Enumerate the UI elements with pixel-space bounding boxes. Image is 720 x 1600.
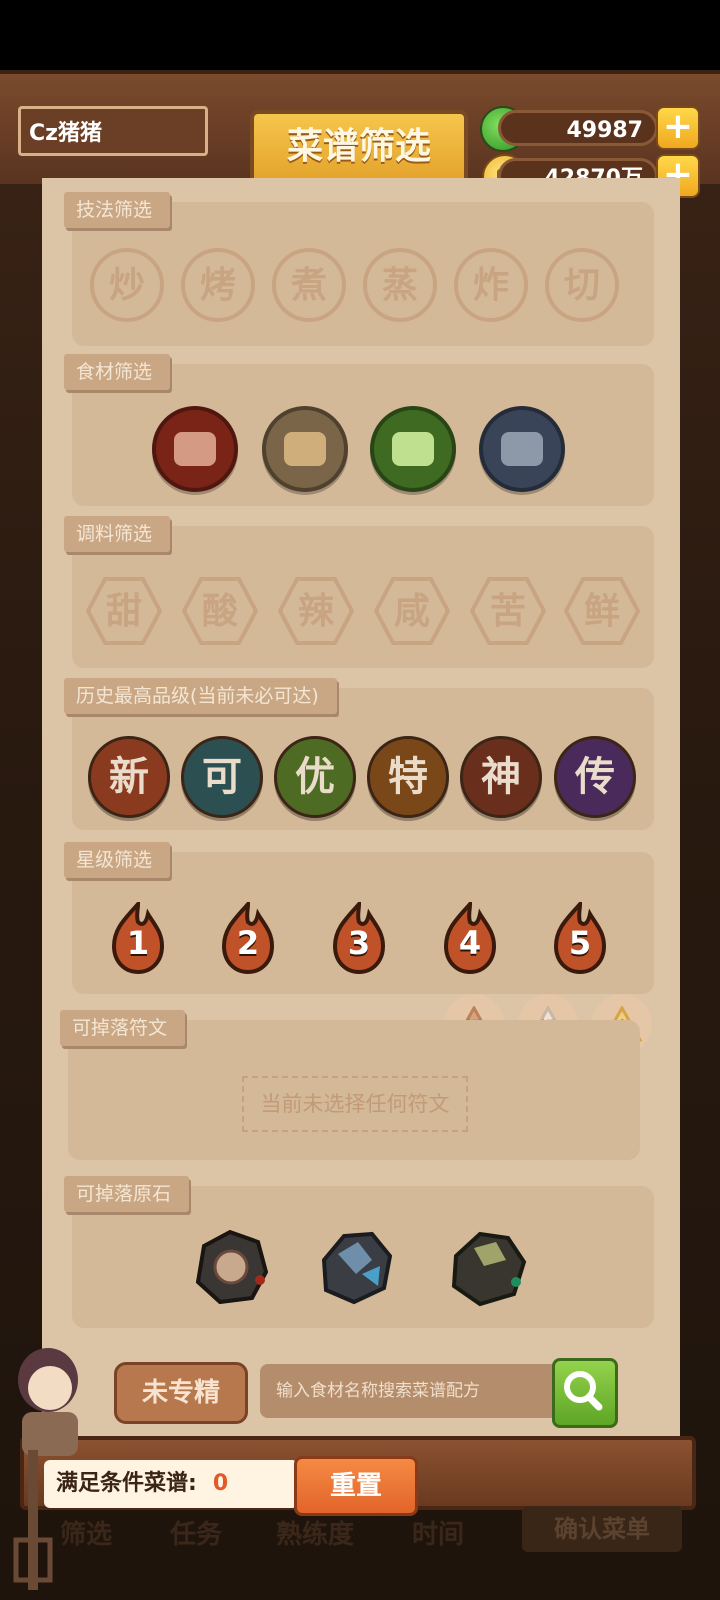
seasoning-label: 酸 [201, 590, 238, 632]
chef-character [13, 1348, 78, 1590]
star-3-flame-icon[interactable]: 3 [329, 898, 389, 975]
star-number: 1 [126, 924, 150, 962]
stone-section: 可掉落原石 [64, 1176, 654, 1328]
star-section: 星级筛选 1 2 3 4 5 [64, 842, 654, 994]
nav-tasks[interactable]: 任务 [170, 1514, 222, 1551]
star-number: 5 [568, 924, 592, 962]
cabbage-icon[interactable] [370, 406, 456, 492]
flour-icon[interactable] [262, 406, 348, 492]
grade-divine[interactable]: 神 [460, 736, 542, 818]
grade-section: 历史最高品级(当前未必可达) 新 可 优 特 神 传 [64, 678, 654, 830]
technique-deep-fry[interactable]: 炸 [454, 248, 528, 322]
seasoning-section: 调料筛选 甜 酸 辣 咸 苦 鲜 [64, 516, 654, 668]
technique-cut[interactable]: 切 [545, 248, 619, 322]
confirm-menu-button[interactable]: 确认菜单 [522, 1506, 682, 1552]
meat-icon[interactable] [152, 406, 238, 492]
nav-proficiency[interactable]: 熟练度 [276, 1514, 354, 1551]
player-name: Cz猪猪 [18, 106, 208, 156]
seasoning-spicy[interactable]: 辣 [278, 576, 354, 646]
section-label: 技法筛选 [64, 192, 171, 228]
fish-icon[interactable] [479, 406, 565, 492]
unspecialized-button[interactable]: 未专精 [114, 1362, 248, 1424]
star-2-flame-icon[interactable]: 2 [218, 898, 278, 975]
star-number: 2 [236, 924, 260, 962]
search-button[interactable] [552, 1358, 618, 1428]
seasoning-label: 甜 [105, 590, 142, 632]
jade-counter: 49987 [498, 110, 658, 146]
page-title: 菜谱筛选 [250, 110, 468, 188]
seasoning-bitter[interactable]: 苦 [470, 576, 546, 646]
no-rune-placeholder: 当前未选择任何符文 [242, 1076, 468, 1132]
red-ore-icon[interactable] [190, 1226, 272, 1308]
grade-new[interactable]: 新 [88, 736, 170, 818]
technique-stir-fry[interactable]: 炒 [90, 248, 164, 322]
grade-special[interactable]: 特 [367, 736, 449, 818]
seasoning-label: 鲜 [583, 590, 620, 632]
section-label: 调料筛选 [64, 516, 171, 552]
seasoning-sour[interactable]: 酸 [182, 576, 258, 646]
section-label: 食材筛选 [64, 354, 171, 390]
nav-time[interactable]: 时间 [412, 1514, 464, 1551]
grade-acceptable[interactable]: 可 [181, 736, 263, 818]
section-label: 可掉落原石 [64, 1176, 190, 1212]
technique-steam[interactable]: 蒸 [363, 248, 437, 322]
grade-legendary[interactable]: 传 [554, 736, 636, 818]
matching-count: 0 [212, 1471, 229, 1496]
add-jade-button[interactable]: + [656, 106, 700, 150]
green-ore-icon[interactable] [446, 1226, 528, 1308]
star-number: 3 [347, 924, 371, 962]
seasoning-sweet[interactable]: 甜 [86, 576, 162, 646]
section-label: 可掉落符文 [60, 1010, 186, 1046]
star-number: 4 [458, 924, 482, 962]
seasoning-umami[interactable]: 鲜 [564, 576, 640, 646]
blue-ore-icon[interactable] [314, 1226, 396, 1308]
search-icon [564, 1371, 603, 1411]
star-5-flame-icon[interactable]: 5 [550, 898, 610, 975]
technique-section: 技法筛选 炒 烤 煮 蒸 炸 切 [64, 192, 654, 346]
star-4-flame-icon[interactable]: 4 [440, 898, 500, 975]
rune-section: 可掉落符文 当前未选择任何符文 [60, 1010, 640, 1160]
seasoning-label: 咸 [393, 590, 430, 632]
seasoning-salty[interactable]: 咸 [374, 576, 450, 646]
star-1-flame-icon[interactable]: 1 [108, 898, 168, 975]
ingredient-section: 食材筛选 [64, 354, 654, 506]
filter-panel: 技法筛选 炒 烤 煮 蒸 炸 切 食材筛选 调料筛选 甜 酸 辣 咸 苦 鲜 历… [42, 178, 680, 1468]
recipe-search-input[interactable]: 输入食材名称搜索菜谱配方 [260, 1364, 560, 1418]
seasoning-label: 辣 [297, 590, 334, 632]
section-label: 星级筛选 [64, 842, 171, 878]
grade-excellent[interactable]: 优 [274, 736, 356, 818]
seasoning-label: 苦 [489, 590, 526, 632]
technique-roast[interactable]: 烤 [181, 248, 255, 322]
section-label: 历史最高品级(当前未必可达) [64, 678, 337, 714]
technique-boil[interactable]: 煮 [272, 248, 346, 322]
